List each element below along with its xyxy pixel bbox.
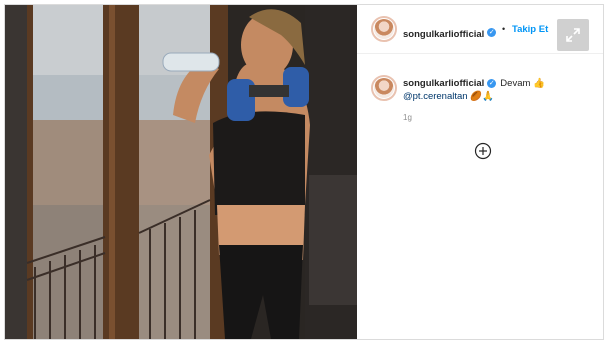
caption-emojis: 🏉🙏 xyxy=(470,91,494,102)
header-divider xyxy=(357,53,603,54)
photo-woman-drinking-by-window xyxy=(5,5,357,339)
comment-avatar[interactable] xyxy=(371,75,397,101)
author-avatar[interactable] xyxy=(371,16,397,42)
plus-circle-icon[interactable] xyxy=(474,142,492,160)
post-time: 1g xyxy=(403,113,412,122)
caption-comment: songulkarliofficial ✓ Devam 👍 @pt.cerenalt… xyxy=(403,77,593,103)
caption-username[interactable]: songulkarliofficial xyxy=(403,78,484,89)
instagram-post-embed: songulkarliofficial ✓ • Takip Et songulka… xyxy=(4,4,604,340)
verified-badge-icon: ✓ xyxy=(487,78,497,88)
post-header: songulkarliofficial ✓ • Takip Et xyxy=(357,5,603,53)
avatar-image xyxy=(374,78,394,98)
post-sidebar: songulkarliofficial ✓ • Takip Et songulka… xyxy=(357,5,603,339)
separator-dot: • xyxy=(502,24,506,34)
follow-button[interactable]: Takip Et xyxy=(512,24,548,35)
expand-icon xyxy=(566,28,580,42)
expand-button[interactable] xyxy=(557,19,589,51)
author-username-row: songulkarliofficial ✓ xyxy=(403,24,497,42)
author-username[interactable]: songulkarliofficial xyxy=(403,29,484,40)
avatar-image xyxy=(374,19,394,39)
caption-text: Devam 👍 xyxy=(500,78,545,89)
caption-mention[interactable]: @pt.cerenaltan xyxy=(403,91,468,102)
verified-badge-icon: ✓ xyxy=(487,28,497,38)
post-photo[interactable] xyxy=(5,5,357,339)
